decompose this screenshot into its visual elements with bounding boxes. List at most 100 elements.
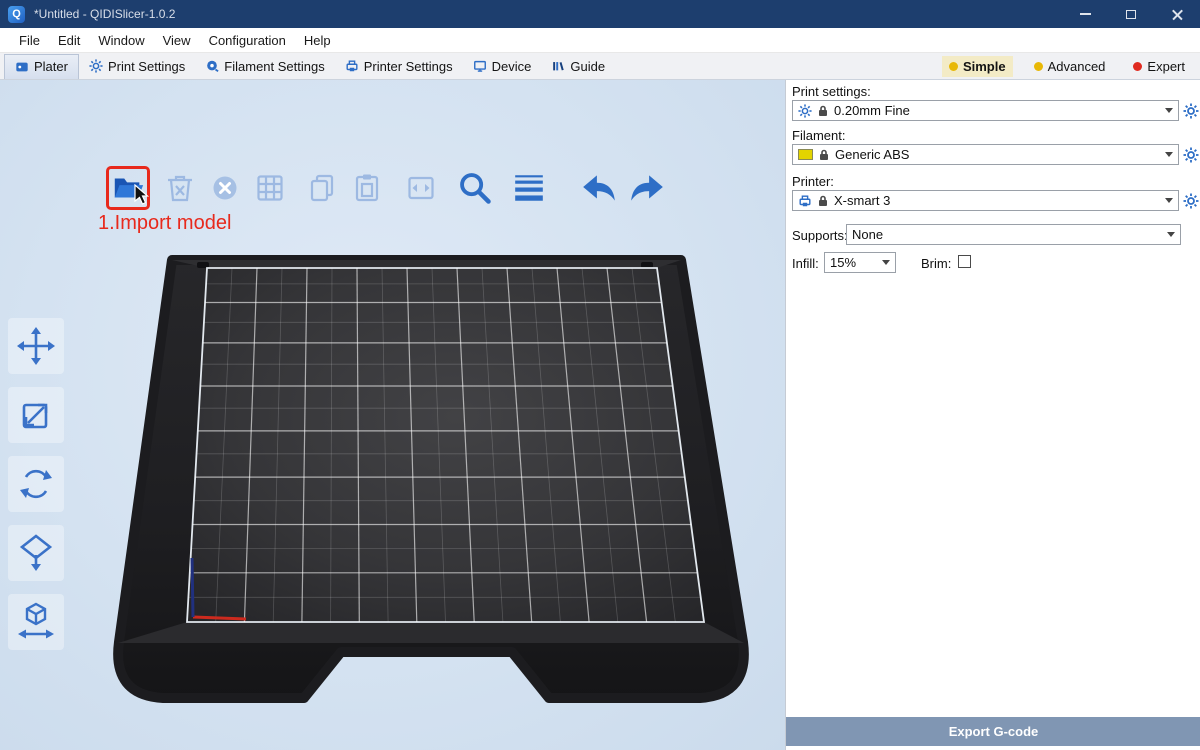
filament-gear-button[interactable] [1182, 146, 1200, 164]
filament-value: Generic ABS [835, 147, 909, 162]
infill-combo[interactable]: 15% [824, 252, 896, 273]
printer-icon [345, 59, 359, 73]
split-objects-icon [405, 172, 437, 204]
close-icon [1171, 8, 1184, 21]
print-settings-value: 0.20mm Fine [834, 103, 910, 118]
mode-selector: Simple Advanced Expert [942, 56, 1192, 77]
delete-icon [164, 172, 196, 204]
arrange-button[interactable] [248, 166, 292, 210]
tab-label: Device [492, 59, 532, 74]
gizmo-toolbar [8, 318, 66, 650]
device-icon [473, 59, 487, 73]
maximize-button[interactable] [1108, 0, 1154, 28]
menubar: File Edit Window View Configuration Help [0, 28, 1200, 53]
brim-checkbox[interactable] [958, 255, 971, 268]
tab-device[interactable]: Device [463, 54, 542, 79]
tab-label: Print Settings [108, 59, 185, 74]
plater-icon [15, 60, 29, 74]
menu-item-edit[interactable]: Edit [49, 30, 89, 51]
window-title: *Untitled - QIDISlicer-1.0.2 [34, 7, 175, 21]
filament-icon [205, 59, 219, 73]
guide-icon [551, 59, 565, 73]
copy-icon [306, 172, 338, 204]
menu-item-window[interactable]: Window [89, 30, 153, 51]
mouse-cursor-icon [133, 184, 153, 206]
lock-icon [817, 194, 829, 207]
print-settings-label: Print settings: [792, 84, 871, 99]
tab-printer-settings[interactable]: Printer Settings [335, 54, 463, 79]
advanced-mode-dot-icon [1034, 62, 1043, 71]
chevron-down-icon [1167, 232, 1175, 237]
tab-label: Printer Settings [364, 59, 453, 74]
mode-simple[interactable]: Simple [942, 56, 1013, 77]
delete-button[interactable] [158, 166, 202, 210]
scale-to-fit-icon [14, 600, 58, 644]
search-icon [457, 170, 493, 206]
close-button[interactable] [1154, 0, 1200, 28]
app-window: Q *Untitled - QIDISlicer-1.0.2 File Edit… [0, 0, 1200, 750]
maximize-icon [1126, 10, 1136, 19]
split-objects-button[interactable] [399, 166, 443, 210]
tab-print-settings[interactable]: Print Settings [79, 54, 195, 79]
lock-icon [818, 148, 830, 161]
supports-combo[interactable]: None [846, 224, 1181, 245]
tab-label: Plater [34, 59, 68, 74]
gear-icon [89, 59, 103, 73]
simple-mode-dot-icon [949, 62, 958, 71]
tab-label: Filament Settings [224, 59, 324, 74]
redo-button[interactable] [625, 166, 669, 210]
tab-label: Guide [570, 59, 605, 74]
chevron-down-icon [1165, 108, 1173, 113]
printer-gear-button[interactable] [1182, 192, 1200, 210]
rotate-icon [14, 462, 58, 506]
menu-item-view[interactable]: View [154, 30, 200, 51]
printer-combo[interactable]: X-smart 3 [792, 190, 1179, 211]
rotate-button[interactable] [8, 456, 64, 512]
print-settings-gear-button[interactable] [1182, 102, 1200, 120]
undo-icon [580, 171, 618, 205]
copy-button[interactable] [300, 166, 344, 210]
filament-color-swatch [798, 149, 813, 160]
delete-all-button[interactable] [203, 166, 247, 210]
menu-item-configuration[interactable]: Configuration [200, 30, 295, 51]
search-button[interactable] [453, 166, 497, 210]
infill-label: Infill: [792, 256, 819, 271]
chevron-down-icon [1165, 198, 1173, 203]
arrange-icon [254, 172, 286, 204]
paste-button[interactable] [345, 166, 389, 210]
app-logo-icon: Q [8, 6, 25, 23]
menu-item-file[interactable]: File [10, 30, 49, 51]
tab-filament-settings[interactable]: Filament Settings [195, 54, 334, 79]
variable-layer-height-icon [512, 171, 546, 205]
supports-value: None [852, 227, 883, 242]
viewport-3d[interactable]: 1.Import model [0, 80, 785, 750]
export-gcode-button[interactable]: Export G-code [786, 717, 1200, 746]
tab-plater[interactable]: Plater [4, 54, 79, 79]
scale-to-fit-button[interactable] [8, 594, 64, 650]
mode-expert[interactable]: Expert [1126, 56, 1192, 77]
move-icon [14, 324, 58, 368]
scale-button[interactable] [8, 387, 64, 443]
delete-all-icon [209, 172, 241, 204]
redo-icon [628, 171, 666, 205]
tabbar: Plater Print Settings Filament Settings … [0, 53, 1200, 80]
supports-label: Supports: [792, 228, 848, 243]
mode-advanced[interactable]: Advanced [1027, 56, 1113, 77]
move-button[interactable] [8, 318, 64, 374]
brim-label: Brim: [921, 256, 951, 271]
gear-icon [1183, 193, 1199, 209]
titlebar: Q *Untitled - QIDISlicer-1.0.2 [0, 0, 1200, 28]
filament-combo[interactable]: Generic ABS [792, 144, 1179, 165]
variable-layer-height-button[interactable] [507, 166, 551, 210]
viewport-toolbar [106, 166, 669, 210]
minimize-button[interactable] [1062, 0, 1108, 28]
chevron-down-icon [882, 260, 890, 265]
place-on-face-icon [14, 531, 58, 575]
expert-mode-dot-icon [1133, 62, 1142, 71]
place-on-face-button[interactable] [8, 525, 64, 581]
menu-item-help[interactable]: Help [295, 30, 340, 51]
print-settings-combo[interactable]: 0.20mm Fine [792, 100, 1179, 121]
tab-guide[interactable]: Guide [541, 54, 615, 79]
window-controls [1062, 0, 1200, 28]
undo-button[interactable] [577, 166, 621, 210]
